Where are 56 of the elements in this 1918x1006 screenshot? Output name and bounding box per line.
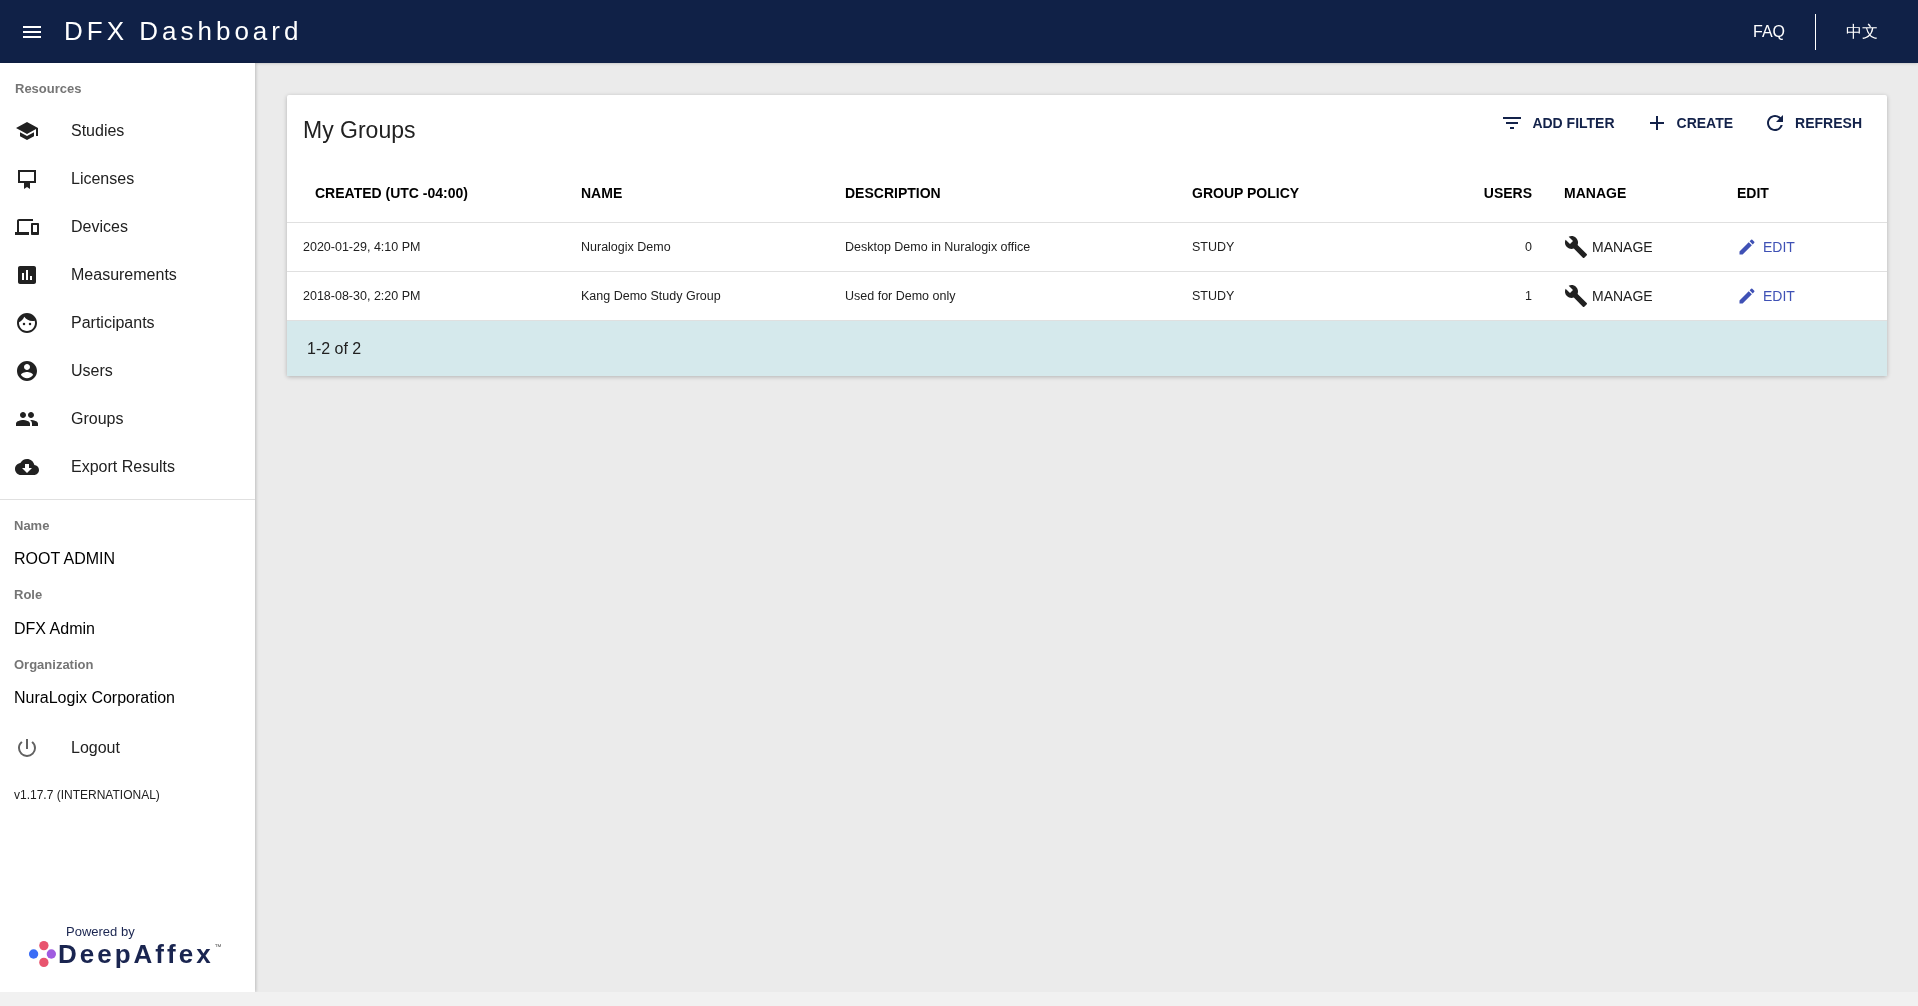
column-header: DESCRIPTION	[845, 184, 942, 203]
column-header: MANAGE	[1563, 184, 1628, 203]
column-header: NAME	[581, 184, 624, 203]
wrench-icon	[1564, 235, 1588, 259]
sidebar-item[interactable]: Licenses	[0, 154, 255, 203]
app-title: DFX Dashboard	[64, 15, 303, 48]
column-header: GROUP POLICY	[1192, 184, 1301, 203]
manage-button[interactable]: MANAGE	[1564, 235, 1653, 259]
sidebar-item[interactable]: Measurements	[0, 250, 255, 299]
table-cell-text: 0	[1524, 238, 1532, 256]
toolbar-button[interactable]: REFRESH	[1754, 105, 1871, 141]
toolbar-button[interactable]: ADD FILTER	[1491, 105, 1624, 141]
manage-button[interactable]: MANAGE	[1564, 284, 1653, 308]
nav-link[interactable]: FAQ	[1723, 19, 1815, 44]
power-icon	[15, 736, 39, 760]
logo-mark-icon	[28, 940, 56, 968]
field-value: DFX Admin	[14, 618, 96, 639]
pagination-text: 1-2 of 2	[307, 338, 362, 359]
toolbar-button[interactable]: CREATE	[1635, 105, 1743, 141]
logout-item[interactable]: Logout	[0, 724, 255, 772]
field-value: ROOT ADMIN	[14, 549, 117, 569]
version-text: v1.17.7 (INTERNATIONAL)	[13, 787, 161, 804]
sidebar-item[interactable]: Participants	[0, 298, 255, 347]
edit-button[interactable]: EDIT	[1737, 236, 1795, 258]
brand-name: DeepAffex	[58, 938, 214, 970]
table-cell-text: 1	[1524, 287, 1532, 305]
sidebar-item[interactable]: Devices	[0, 202, 255, 251]
table-cell-text: STUDY	[1192, 238, 1236, 256]
face-icon	[15, 310, 39, 335]
table-cell-text: Nuralogix Demo	[581, 238, 672, 256]
edit-button[interactable]: EDIT	[1737, 285, 1795, 307]
field-label: Name	[14, 516, 51, 535]
nav-link[interactable]: 中文	[1816, 19, 1918, 44]
sidebar-item[interactable]: Users	[0, 346, 255, 395]
sidebar-item[interactable]: Groups	[0, 394, 255, 443]
sidebar-item[interactable]: Studies	[0, 106, 255, 155]
card-title: My Groups	[303, 115, 416, 145]
pencil-icon	[1737, 286, 1757, 306]
table-cell-text: 2020-01-29, 4:10 PM	[302, 238, 422, 256]
table-cell-text: 2018-08-30, 2:20 PM	[302, 287, 422, 305]
powered-by-text: Powered by	[66, 924, 136, 938]
pencil-icon	[1737, 237, 1757, 257]
horizontal-scrollbar[interactable]	[0, 992, 1918, 1006]
field-label: Role	[14, 586, 44, 604]
column-header: USERS	[1482, 184, 1532, 203]
table-cell-text: Kang Demo Study Group	[581, 287, 722, 305]
column-header: EDIT	[1737, 184, 1770, 203]
table-cell-text: Used for Demo only	[845, 287, 957, 305]
section-label: Resources	[14, 80, 83, 98]
sidebar-item[interactable]: Export Results	[0, 442, 255, 491]
table-cell-text: STUDY	[1192, 287, 1236, 305]
table-cell-text: Desktop Demo in Nuralogix office	[845, 238, 1032, 256]
column-header: CREATED (UTC -04:00)	[314, 184, 469, 203]
field-label: Organization	[14, 655, 95, 674]
field-value: NuraLogix Corporation	[14, 688, 176, 708]
wrench-icon	[1564, 284, 1588, 308]
